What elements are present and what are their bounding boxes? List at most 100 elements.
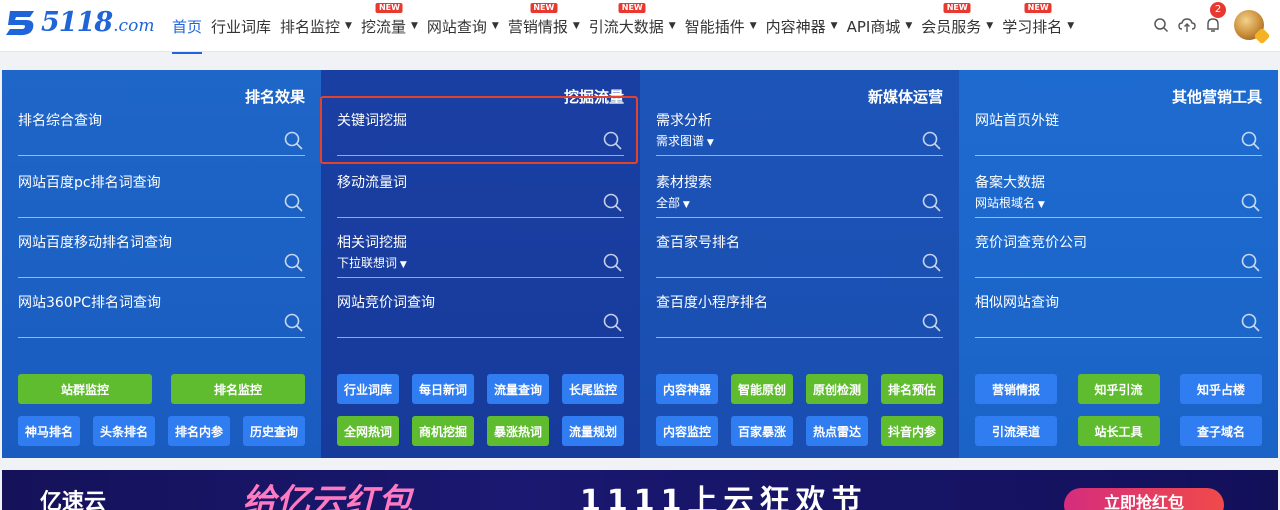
- search-field[interactable]: 网站竞价词查询: [337, 288, 624, 338]
- button-row: 行业词库 每日新词 流量查询 长尾监控: [337, 374, 624, 404]
- nav-item-11[interactable]: 学习排名 ▼ NEW: [1002, 3, 1074, 46]
- search-field[interactable]: 网站百度pc排名词查询: [18, 168, 305, 218]
- field-dropdown[interactable]: 需求图谱 ▼: [656, 132, 714, 149]
- search-icon[interactable]: [921, 130, 943, 152]
- search-field[interactable]: 查百度小程序排名: [656, 288, 943, 338]
- tool-button[interactable]: 行业词库: [337, 374, 399, 404]
- field-dropdown-value: 网站根域名: [975, 196, 1036, 210]
- nav-item-8[interactable]: 内容神器 ▼: [766, 6, 838, 46]
- search-field[interactable]: 网站百度移动排名词查询: [18, 228, 305, 278]
- search-field[interactable]: 需求分析 需求图谱 ▼: [656, 106, 943, 156]
- tool-button[interactable]: 每日新词: [412, 374, 474, 404]
- field-dropdown[interactable]: 全部 ▼: [656, 194, 690, 211]
- search-field[interactable]: 素材搜索 全部 ▼: [656, 168, 943, 218]
- tool-button[interactable]: 全网热词: [337, 416, 399, 446]
- user-avatar[interactable]: [1234, 10, 1264, 40]
- search-icon[interactable]: [602, 192, 624, 214]
- search-icon[interactable]: [1240, 192, 1262, 214]
- button-row: 内容神器 智能原创 原创检测 排名预估: [656, 374, 943, 404]
- tool-button[interactable]: 营销情报: [975, 374, 1057, 404]
- search-icon[interactable]: [602, 312, 624, 334]
- tool-button[interactable]: 暴涨热词: [487, 416, 549, 446]
- search-field-label: 相似网站查询: [975, 295, 1059, 311]
- tool-button[interactable]: 神马排名: [18, 416, 80, 446]
- tool-button[interactable]: 头条排名: [93, 416, 155, 446]
- search-field-label: 查百家号排名: [656, 235, 740, 251]
- field-dropdown[interactable]: 下拉联想词 ▼: [337, 254, 407, 271]
- search-field[interactable]: 网站360PC排名词查询: [18, 288, 305, 338]
- nav-item-1[interactable]: 行业词库: [211, 6, 271, 46]
- nav-item-7[interactable]: 智能插件 ▼: [685, 6, 757, 46]
- logo-text: 5118: [41, 6, 113, 38]
- search-icon[interactable]: [283, 312, 305, 334]
- search-field[interactable]: 网站首页外链: [975, 106, 1262, 156]
- nav-item-3[interactable]: 挖流量 ▼ NEW: [361, 3, 418, 46]
- banner-brand: 亿速云: [40, 490, 107, 510]
- tool-button[interactable]: 内容神器: [656, 374, 718, 404]
- search-icon[interactable]: [283, 252, 305, 274]
- nav-item-6[interactable]: 引流大数据 ▼ NEW: [589, 3, 676, 46]
- tool-button[interactable]: 排名内参: [168, 416, 230, 446]
- search-icon[interactable]: [921, 312, 943, 334]
- tool-button[interactable]: 站长工具: [1077, 416, 1160, 446]
- tool-button[interactable]: 排名监控: [171, 374, 305, 404]
- tool-button[interactable]: 排名预估: [881, 374, 943, 404]
- search-field[interactable]: 排名综合查询: [18, 106, 305, 156]
- tool-button[interactable]: 原创检测: [806, 374, 868, 404]
- tool-button[interactable]: 流量规划: [562, 416, 624, 446]
- cloud-upload-icon[interactable]: [1176, 14, 1198, 36]
- new-badge: NEW: [943, 3, 971, 13]
- nav-item-10[interactable]: 会员服务 ▼ NEW: [921, 3, 993, 46]
- tool-button[interactable]: 知乎占楼: [1180, 374, 1262, 404]
- search-field[interactable]: 备案大数据网站根域名 ▼: [975, 168, 1262, 218]
- nav-item-9[interactable]: API商城 ▼: [847, 6, 913, 46]
- nav-item-0[interactable]: 首页: [172, 6, 203, 54]
- tools-panel: 排名效果 排名综合查询 网站百度pc排名词查询 网站百度移动排名词查询 网站360PC排…: [2, 70, 1278, 458]
- search-icon[interactable]: [1150, 14, 1172, 36]
- nav-item-4[interactable]: 网站查询 ▼: [427, 6, 499, 46]
- search-field-label: 相关词挖掘: [337, 235, 407, 251]
- search-field[interactable]: 竞价词查竞价公司: [975, 228, 1262, 278]
- tool-button[interactable]: 站群监控: [18, 374, 152, 404]
- tool-button[interactable]: 长尾监控: [562, 374, 624, 404]
- tool-button[interactable]: 热点雷达: [806, 416, 868, 446]
- column-heading: 排名效果: [244, 88, 305, 106]
- tool-button[interactable]: 内容监控: [656, 416, 718, 446]
- search-field-label: 竞价词查竞价公司: [975, 235, 1087, 251]
- main-menu: 首页 行业词库 排名监控 ▼ 挖流量 ▼ NEW 网站查询 ▼ 营销情报 ▼ NEW 引流大数据 ▼ NEW…: [172, 0, 1083, 54]
- nav-item-2[interactable]: 排名监控 ▼: [280, 6, 352, 46]
- tool-button[interactable]: 智能原创: [731, 374, 793, 404]
- tool-button[interactable]: 查子域名: [1180, 416, 1262, 446]
- search-field-label: 备案大数据: [975, 175, 1045, 191]
- search-icon[interactable]: [283, 130, 305, 152]
- tool-button[interactable]: 抖音内参: [881, 416, 943, 446]
- bell-icon[interactable]: 2: [1202, 2, 1226, 36]
- site-logo[interactable]: 5118 .com: [4, 6, 154, 38]
- search-field-label: 网站首页外链: [975, 113, 1059, 129]
- tool-button[interactable]: 百家暴涨: [731, 416, 793, 446]
- search-icon[interactable]: [921, 252, 943, 274]
- new-badge: NEW: [375, 3, 403, 13]
- nav-item-5[interactable]: 营销情报 ▼ NEW: [508, 3, 580, 46]
- search-field-label: 移动流量词: [337, 175, 407, 191]
- tool-button[interactable]: 知乎引流: [1077, 374, 1160, 404]
- tool-button[interactable]: 历史查询: [243, 416, 305, 446]
- search-icon[interactable]: [921, 192, 943, 214]
- search-field[interactable]: 移动流量词: [337, 168, 624, 218]
- search-field[interactable]: 相关词挖掘下拉联想词 ▼: [337, 228, 624, 278]
- tool-button[interactable]: 引流渠道: [975, 416, 1057, 446]
- field-dropdown[interactable]: 网站根域名 ▼: [975, 194, 1045, 211]
- tool-button[interactable]: 商机挖掘: [412, 416, 474, 446]
- search-icon[interactable]: [1240, 252, 1262, 274]
- ad-banner[interactable]: 亿速云 给亿云红包 1111上云狂欢节 立即抢红包: [2, 470, 1278, 510]
- tool-button[interactable]: 流量查询: [487, 374, 549, 404]
- search-icon[interactable]: [283, 192, 305, 214]
- search-icon[interactable]: [1240, 130, 1262, 152]
- search-field[interactable]: 查百家号排名: [656, 228, 943, 278]
- search-icon[interactable]: [1240, 312, 1262, 334]
- column-other-tools: 其他营销工具 网站首页外链 备案大数据 网站根域名 ▼ 竞价词查竞价公司 相似网站查询 营销…: [959, 70, 1278, 458]
- nav-item-label: 行业词库: [211, 17, 272, 36]
- logo-domain: .com: [113, 15, 155, 36]
- search-field[interactable]: 相似网站查询: [975, 288, 1262, 338]
- search-icon[interactable]: [602, 252, 624, 274]
